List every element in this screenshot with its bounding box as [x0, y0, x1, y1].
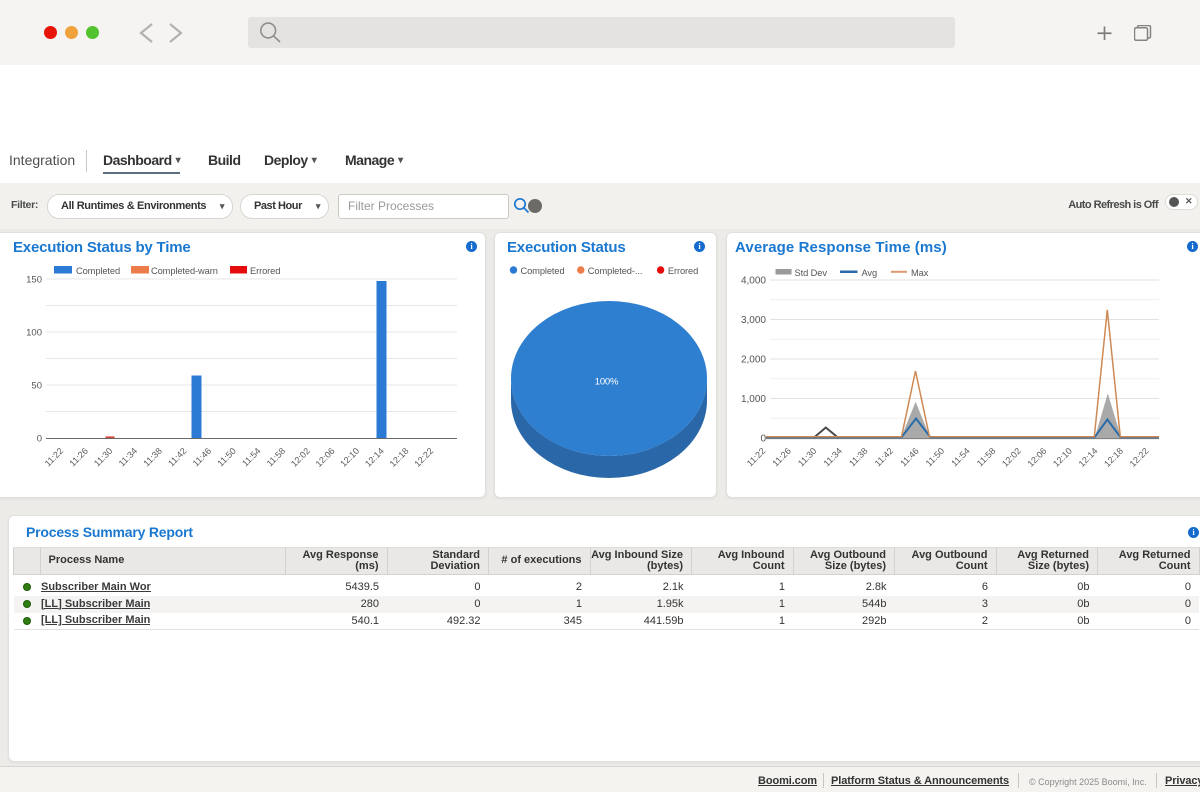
svg-text:1,000: 1,000: [741, 394, 766, 405]
svg-text:Completed-...: Completed-...: [588, 266, 643, 276]
svg-text:11:26: 11:26: [770, 446, 793, 469]
svg-text:12:14: 12:14: [363, 446, 386, 469]
svg-text:Completed: Completed: [76, 266, 120, 276]
svg-text:12:18: 12:18: [388, 446, 411, 469]
svg-text:12:02: 12:02: [1000, 446, 1023, 469]
svg-text:11:38: 11:38: [847, 446, 870, 469]
svg-text:11:58: 11:58: [975, 446, 998, 469]
svg-text:150: 150: [26, 275, 42, 286]
svg-text:12:06: 12:06: [1026, 446, 1049, 469]
svg-text:11:26: 11:26: [67, 446, 90, 469]
svg-text:12:10: 12:10: [338, 446, 361, 469]
svg-text:11:54: 11:54: [240, 446, 263, 469]
svg-text:11:50: 11:50: [924, 446, 947, 469]
svg-text:11:22: 11:22: [745, 446, 768, 469]
svg-text:11:54: 11:54: [949, 446, 972, 469]
svg-text:12:22: 12:22: [1128, 446, 1151, 469]
svg-text:0: 0: [37, 434, 42, 445]
svg-text:Max: Max: [911, 268, 929, 278]
svg-text:11:30: 11:30: [796, 446, 819, 469]
svg-text:Completed: Completed: [521, 266, 565, 276]
svg-text:11:34: 11:34: [117, 446, 140, 469]
svg-text:12:10: 12:10: [1051, 446, 1074, 469]
svg-text:12:06: 12:06: [314, 446, 337, 469]
svg-text:11:42: 11:42: [166, 446, 189, 469]
svg-text:Errored: Errored: [668, 266, 698, 276]
svg-text:11:30: 11:30: [92, 446, 115, 469]
svg-text:Avg: Avg: [862, 268, 878, 278]
svg-text:2,000: 2,000: [741, 355, 766, 366]
svg-text:12:22: 12:22: [412, 446, 435, 469]
svg-text:3,000: 3,000: [741, 315, 766, 326]
svg-text:11:38: 11:38: [141, 446, 164, 469]
svg-text:Errored: Errored: [250, 266, 280, 276]
svg-text:0: 0: [760, 434, 766, 445]
svg-text:11:58: 11:58: [265, 446, 288, 469]
svg-text:11:42: 11:42: [873, 446, 896, 469]
svg-text:11:46: 11:46: [898, 446, 921, 469]
svg-text:Std Dev: Std Dev: [795, 268, 828, 278]
svg-text:12:02: 12:02: [289, 446, 312, 469]
svg-text:11:46: 11:46: [191, 446, 214, 469]
svg-text:4,000: 4,000: [741, 276, 766, 287]
svg-text:100%: 100%: [595, 377, 619, 388]
svg-text:11:34: 11:34: [822, 446, 845, 469]
svg-text:12:14: 12:14: [1077, 446, 1100, 469]
svg-text:12:18: 12:18: [1102, 446, 1125, 469]
svg-text:11:50: 11:50: [215, 446, 238, 469]
svg-text:100: 100: [26, 328, 42, 339]
svg-text:50: 50: [31, 381, 42, 392]
svg-text:Completed-warn: Completed-warn: [151, 266, 218, 276]
svg-text:11:22: 11:22: [43, 446, 66, 469]
